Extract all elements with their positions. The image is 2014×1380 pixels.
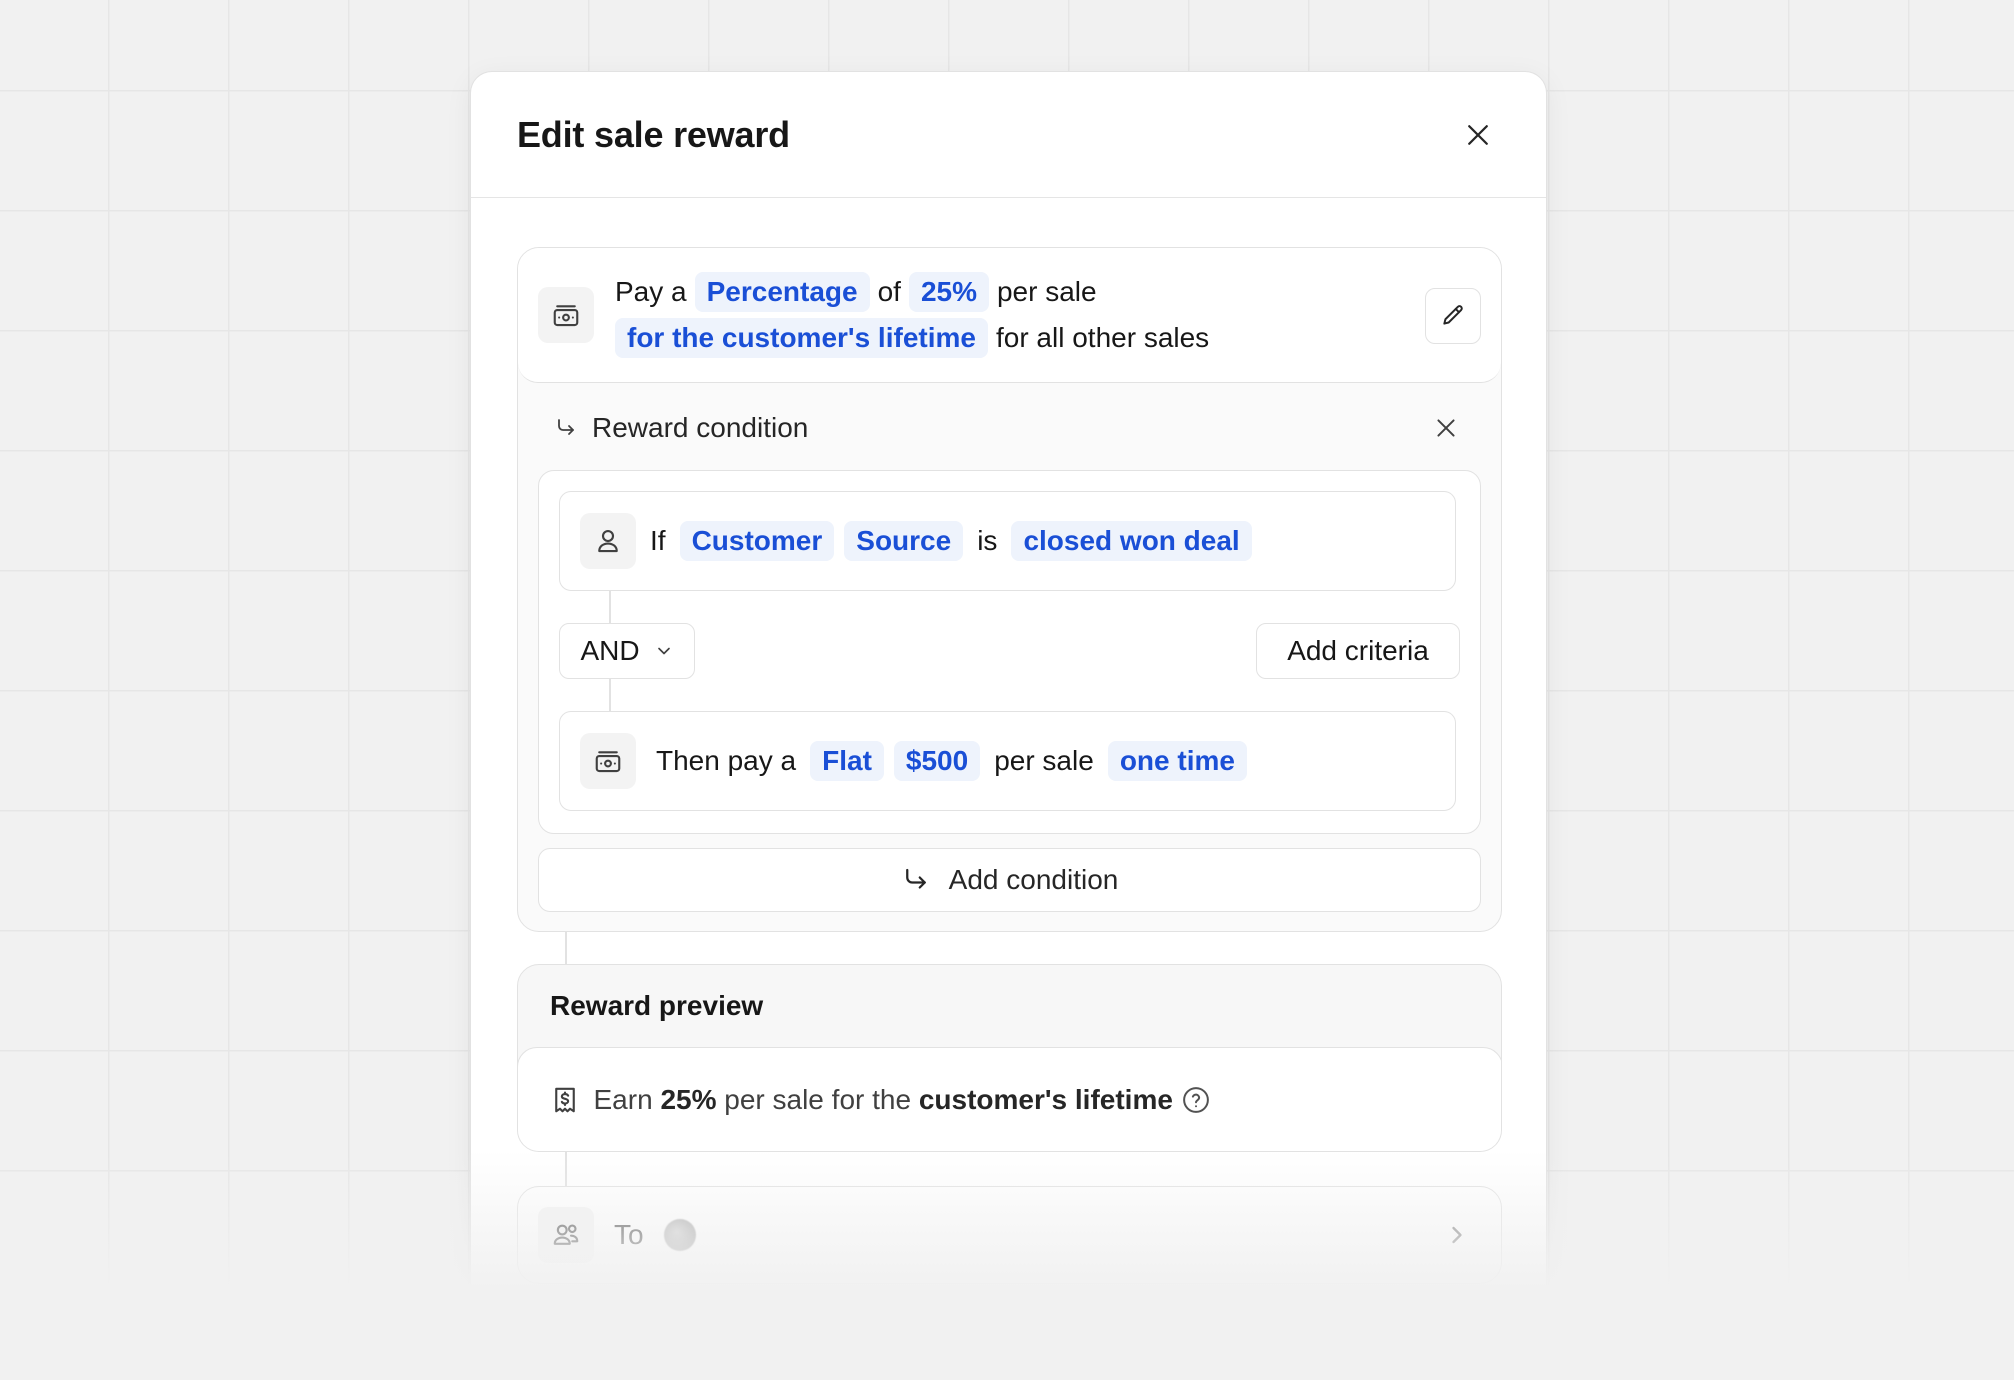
if-text: If <box>650 525 666 556</box>
reward-sentence: Pay a Percentage of 25% per sale for the… <box>615 269 1209 361</box>
reward-duration-chip[interactable]: for the customer's lifetime <box>615 318 988 358</box>
preview-earn: Earn <box>593 1083 653 1115</box>
then-pay-text: Then pay a <box>656 745 797 776</box>
connector-line <box>565 1152 567 1186</box>
attribute-chip[interactable]: Source <box>844 521 964 561</box>
receipt-dollar-icon <box>554 1087 575 1113</box>
if-row: If Customer Source is closed won deal <box>559 491 1456 591</box>
of-text: of <box>877 276 901 307</box>
help-circle-icon[interactable] <box>1181 1085 1211 1115</box>
pencil-icon <box>1443 305 1463 325</box>
reward-condition-title: Reward condition <box>592 412 809 443</box>
add-condition-button[interactable]: Add condition <box>538 848 1481 912</box>
user-icon <box>580 513 636 569</box>
entity-chip[interactable]: Customer <box>679 521 835 561</box>
to-recipients-card[interactable]: To <box>517 1186 1502 1284</box>
reward-condition-header: Reward condition <box>518 383 1501 473</box>
chevron-right-icon <box>1452 1226 1462 1244</box>
condition-box: If Customer Source is closed won deal AN… <box>538 470 1481 834</box>
money-icon <box>538 287 594 343</box>
remove-condition-button[interactable] <box>1429 411 1463 445</box>
then-per-sale-text: per sale <box>994 745 1094 776</box>
then-amount-chip[interactable]: $500 <box>893 741 981 781</box>
reward-preview-title: Reward preview <box>550 990 764 1021</box>
connector-line <box>565 932 567 964</box>
connector-line <box>609 591 611 623</box>
add-condition-label: Add condition <box>948 864 1119 895</box>
pay-text: Pay a <box>615 276 687 307</box>
close-icon <box>1437 419 1455 437</box>
connector-line <box>609 679 611 711</box>
reward-summary: Pay a Percentage of 25% per sale for the… <box>518 248 1501 383</box>
operator-text: is <box>977 525 998 556</box>
arrow-turn-icon <box>905 868 926 889</box>
modal-title: Edit sale reward <box>517 113 790 155</box>
edit-reward-button[interactable] <box>1425 288 1481 344</box>
chevron-down-icon <box>657 647 670 655</box>
reward-preview-body: Earn 25% per sale for the customer's lif… <box>518 1047 1501 1151</box>
reward-amount-chip[interactable]: 25% <box>908 272 989 312</box>
to-label: To <box>614 1219 644 1250</box>
modal-header: Edit sale reward <box>471 72 1546 198</box>
preview-duration: customer's lifetime <box>918 1083 1173 1115</box>
close-icon <box>1468 124 1488 145</box>
reward-preview-card: Reward preview Earn 25% per sale for the… <box>517 964 1502 1152</box>
avatar <box>663 1219 696 1251</box>
then-row: Then pay a Flat $500 per sale one time <box>559 711 1456 811</box>
preview-amount: 25% <box>660 1083 717 1115</box>
per-sale-text: per sale <box>996 276 1097 307</box>
reward-card: Pay a Percentage of 25% per sale for the… <box>517 247 1502 932</box>
then-duration-chip[interactable]: one time <box>1107 741 1247 781</box>
preview-mid: per sale for the <box>724 1083 912 1115</box>
close-button[interactable] <box>1456 113 1500 157</box>
scope-text: for all other sales <box>995 322 1210 353</box>
and-operator-select[interactable]: AND <box>559 623 695 679</box>
arrow-turn-icon <box>558 419 574 435</box>
reward-type-chip[interactable]: Percentage <box>694 272 870 312</box>
users-icon <box>538 1207 594 1263</box>
value-chip[interactable]: closed won deal <box>1011 521 1252 561</box>
and-label: AND <box>580 635 640 666</box>
edit-sale-reward-modal: Edit sale reward Pay a Percentage of 25%… <box>470 71 1547 1380</box>
money-icon <box>580 733 636 789</box>
then-type-chip[interactable]: Flat <box>810 741 884 781</box>
add-criteria-button[interactable]: Add criteria <box>1256 623 1460 679</box>
